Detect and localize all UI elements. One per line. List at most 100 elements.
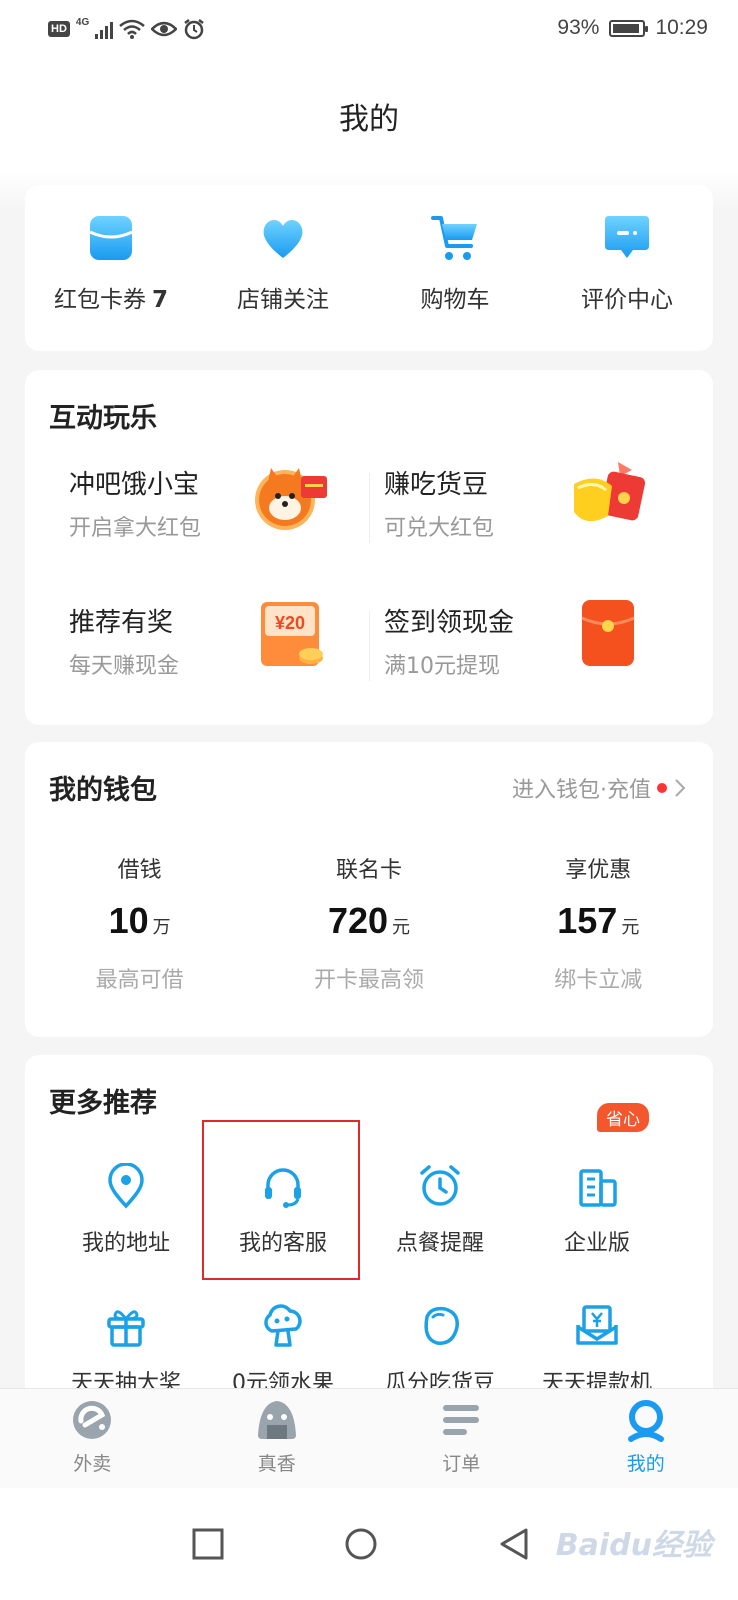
cash-envelope-text: ¥20 — [275, 613, 305, 633]
play-item-name: 冲吧饿小宝 — [69, 470, 200, 500]
tab-mine[interactable]: 我的 — [554, 1389, 738, 1488]
quick-label-cart: 购物车 — [420, 287, 490, 313]
quick-item-reviews[interactable]: 评价中心 — [547, 212, 707, 351]
location-pin-icon — [108, 1163, 144, 1209]
tab-label: 真香 — [257, 1453, 296, 1475]
battery-percent: 93% — [557, 16, 600, 39]
more-title: 更多推荐 — [49, 1088, 157, 1119]
play-item-referral[interactable]: 推荐有奖 每天赚现金 ¥20 — [25, 596, 355, 716]
wallet-item-name: 联名卡 — [335, 858, 402, 883]
tree-icon — [264, 1304, 302, 1347]
red-packet-icon — [581, 600, 635, 666]
wallet-items: 借钱 10 万 最高可借 联名卡 720 元 开卡最高领 享优惠 157 元 绑卡立减 — [25, 852, 713, 994]
recent-apps-icon[interactable] — [192, 1528, 224, 1560]
quick-label-follow: 店铺关注 — [237, 287, 329, 313]
eleme-logo-icon — [73, 1401, 112, 1439]
badge-label: 省心 — [597, 1103, 649, 1132]
wallet-item-name: 享优惠 — [565, 858, 632, 883]
clock: 10:29 — [655, 16, 708, 39]
gift-icon — [107, 1310, 145, 1347]
watermark: Baidu经验 — [555, 1528, 712, 1563]
grid-item-label: 点餐提醒 — [395, 1231, 484, 1256]
play-item-name: 签到领现金 — [384, 608, 515, 638]
quick-item-follow[interactable]: 店铺关注 — [203, 212, 363, 351]
play-item-name: 赚吃货豆 — [384, 470, 489, 500]
user-icon — [627, 1400, 664, 1442]
wallet-item-discount[interactable]: 享优惠 157 元 绑卡立减 — [498, 852, 698, 994]
page-title: 我的 — [339, 102, 399, 137]
quick-entry-card: 红包卡券 7 店铺关注 购物车 评价中心 — [25, 185, 713, 351]
quick-item-cart[interactable]: 购物车 — [375, 212, 535, 351]
wallet-entry-link[interactable]: 进入钱包·充值 — [512, 772, 687, 804]
status-icons-right: 93% 10:29 — [557, 16, 708, 40]
grid-item-enterprise[interactable]: 企业版 — [517, 1135, 677, 1285]
wallet-title: 我的钱包 — [49, 775, 157, 806]
play-item-sub: 可兑大红包 — [384, 516, 495, 541]
wifi-icon — [119, 19, 146, 39]
play-item-name: 推荐有奖 — [69, 608, 174, 638]
bean-icon — [424, 1306, 459, 1345]
wallet-item-unit: 元 — [621, 917, 640, 937]
grid-item-address[interactable]: 我的地址 — [46, 1135, 206, 1285]
page-header: 我的 — [0, 60, 738, 170]
interactive-grid: 冲吧饿小宝 开启拿大红包 赚吃货豆 可兑大红包 推荐有奖 每天赚现金 ¥20 签… — [25, 458, 713, 718]
building-icon — [579, 1169, 617, 1207]
play-item-sub: 满10元提现 — [384, 654, 500, 679]
tab-orders[interactable]: 订单 — [369, 1389, 554, 1488]
quick-label-reviews: 评价中心 — [581, 287, 673, 313]
wallet-item-loan[interactable]: 借钱 10 万 最高可借 — [40, 852, 240, 994]
signal-icon — [95, 19, 114, 39]
play-item-sub: 开启拿大红包 — [69, 516, 202, 541]
chat-bubble-icon — [605, 216, 649, 258]
battery-fill — [613, 23, 640, 33]
tab-label: 订单 — [442, 1453, 481, 1475]
grid-item-reminder[interactable]: 点餐提醒 — [360, 1135, 520, 1285]
wallet-item-card[interactable]: 联名卡 720 元 开卡最高领 — [269, 852, 469, 994]
tab-label: 外卖 — [73, 1453, 112, 1475]
grid-item-label: 我的地址 — [81, 1231, 170, 1256]
cart-icon — [431, 216, 477, 260]
home-icon[interactable] — [344, 1528, 378, 1562]
hd-icon: HD — [48, 21, 70, 37]
wallet-item-note: 开卡最高领 — [313, 968, 424, 993]
network-type: 4G — [75, 16, 90, 28]
play-item-beans[interactable]: 赚吃货豆 可兑大红包 — [340, 458, 670, 578]
notification-dot — [657, 783, 667, 793]
headset-icon — [265, 1168, 301, 1208]
alarm-clock-icon — [420, 1165, 460, 1206]
wallet-item-note: 绑卡立减 — [554, 968, 643, 993]
back-icon[interactable] — [498, 1528, 530, 1560]
eye-icon — [151, 21, 178, 37]
interactive-title: 互动玩乐 — [49, 403, 157, 434]
wallet-item-value: 10 — [108, 900, 149, 941]
quick-label-coupons: 红包卡券 — [53, 287, 146, 313]
list-icon — [443, 1405, 480, 1435]
wallet-item-note: 最高可借 — [95, 968, 184, 993]
status-icons-left: HD 4G — [48, 16, 205, 40]
bottom-tab-bar: 外卖 真香 订单 我的 — [0, 1388, 738, 1488]
wallet-card: 我的钱包 进入钱包·充值 借钱 10 万 最高可借 联名卡 720 元 开卡最高领 … — [25, 742, 713, 1037]
cash-envelope-icon: ¥20 — [261, 602, 323, 666]
tab-waimai[interactable]: 外卖 — [0, 1389, 185, 1488]
wallet-item-name: 借钱 — [117, 858, 162, 883]
wallet-icon — [89, 216, 133, 260]
wallet-link-label: 进入钱包·充值 — [512, 778, 651, 803]
shiba-dog-icon — [255, 468, 327, 530]
quick-item-coupons[interactable]: 红包卡券 7 — [31, 212, 191, 351]
status-bar: HD 4G 93% 10:29 — [0, 0, 738, 60]
play-item-chongba[interactable]: 冲吧饿小宝 开启拿大红包 — [25, 458, 355, 578]
grid-item-label: 企业版 — [563, 1231, 630, 1256]
play-item-checkin[interactable]: 签到领现金 满10元提现 — [340, 596, 670, 716]
grid-item-service[interactable]: 我的客服 — [203, 1135, 363, 1285]
grid-item-label: 我的客服 — [238, 1231, 327, 1256]
rice-ball-icon — [257, 1401, 296, 1439]
wallet-item-unit: 万 — [152, 917, 171, 937]
chevron-right-icon — [675, 779, 686, 797]
coupon-count: 7 — [151, 287, 168, 313]
heart-icon — [263, 220, 303, 258]
wallet-item-value: 720 — [327, 900, 389, 941]
play-item-sub: 每天赚现金 — [69, 654, 180, 679]
alarm-icon — [184, 19, 204, 40]
interactive-card: 互动玩乐 冲吧饿小宝 开启拿大红包 赚吃货豆 可兑大红包 推荐有奖 每天赚现金 … — [25, 370, 713, 725]
tab-zhenxiang[interactable]: 真香 — [185, 1389, 370, 1488]
